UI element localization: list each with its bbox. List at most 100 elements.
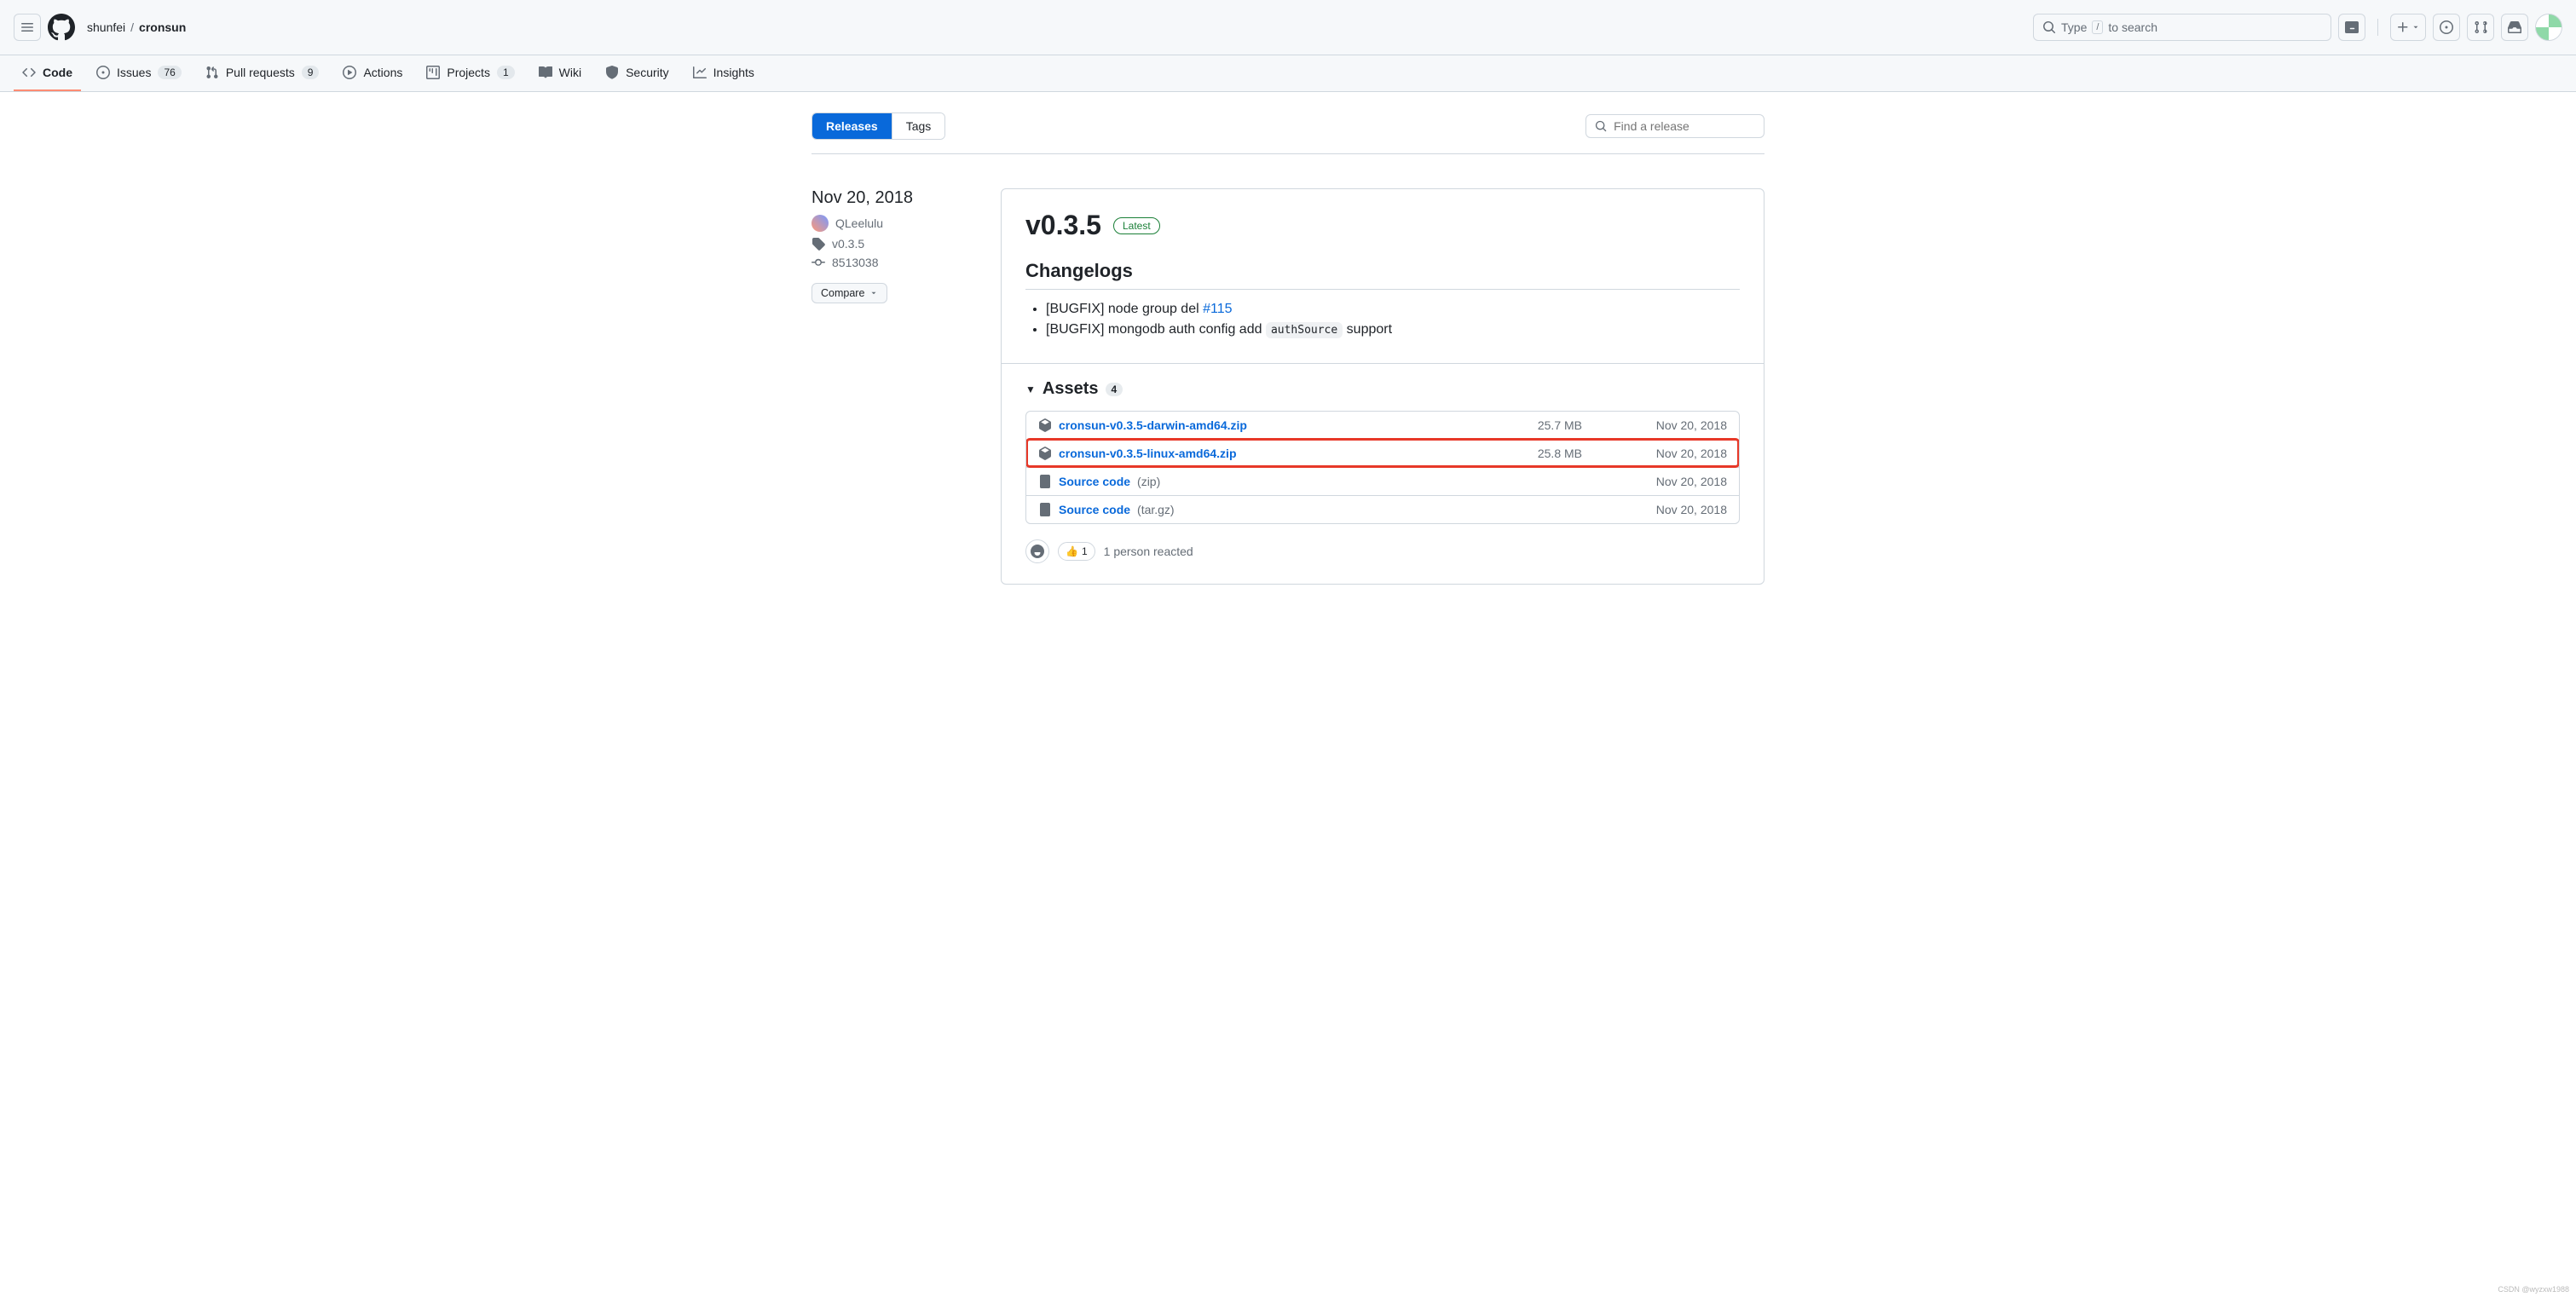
asset-size: 25.7 MB — [1488, 418, 1582, 432]
pr-icon — [2474, 20, 2487, 34]
changelog-item: [BUGFIX] node group del #115 — [1046, 302, 1740, 317]
tab-label: Projects — [447, 66, 490, 79]
tab-pulls[interactable]: Pull requests9 — [197, 55, 328, 91]
commit-icon — [811, 256, 825, 269]
tag-icon — [811, 237, 825, 251]
issue-icon — [2440, 20, 2453, 34]
watermark: CSDN @wyzxw1988 — [2498, 1285, 2569, 1294]
assets-section: ▼ Assets 4 cronsun-v0.3.5-darwin-amd64.z… — [1002, 363, 1764, 584]
project-icon — [426, 66, 440, 79]
asset-row: Source code (zip)Nov 20, 2018 — [1026, 467, 1739, 495]
commit-sha[interactable]: 8513038 — [832, 256, 879, 269]
asset-row: cronsun-v0.3.5-darwin-amd64.zip25.7 MBNo… — [1026, 412, 1739, 439]
asset-link[interactable]: Source code (tar.gz) — [1038, 503, 1488, 516]
asset-link[interactable]: cronsun-v0.3.5-darwin-amd64.zip — [1038, 418, 1488, 432]
asset-date: Nov 20, 2018 — [1582, 447, 1727, 460]
asset-name-text: Source code — [1059, 475, 1130, 488]
reaction-thumbsup[interactable]: 👍 1 — [1058, 542, 1095, 561]
owner-link[interactable]: shunfei — [87, 20, 125, 34]
asset-date: Nov 20, 2018 — [1582, 418, 1727, 432]
asset-row: cronsun-v0.3.5-linux-amd64.zip25.8 MBNov… — [1026, 439, 1739, 467]
github-icon — [48, 14, 75, 41]
search-prefix: Type — [2061, 20, 2087, 34]
tab-issues[interactable]: Issues 76 — [88, 55, 190, 91]
user-avatar[interactable] — [2535, 14, 2562, 41]
asset-row: Source code (tar.gz) Nov 20, 2018 — [1026, 495, 1739, 523]
find-release-search[interactable] — [1585, 114, 1765, 138]
release-title: v0.3.5 — [1025, 210, 1101, 241]
global-header: shunfei / cronsun Type / to search — [0, 0, 2576, 55]
play-icon — [343, 66, 356, 79]
latest-label: Latest — [1113, 217, 1160, 234]
assets-toggle[interactable]: ▼ Assets 4 — [1025, 379, 1740, 399]
projects-count: 1 — [497, 66, 515, 79]
search-suffix: to search — [2108, 20, 2157, 34]
find-release-input[interactable] — [1614, 119, 1755, 133]
inbox-button[interactable] — [2501, 14, 2528, 41]
repo-link[interactable]: cronsun — [139, 20, 186, 34]
tab-security[interactable]: Security — [597, 55, 678, 91]
author-name[interactable]: QLeelulu — [835, 216, 883, 230]
compare-button[interactable]: Compare — [811, 283, 887, 303]
changelog-item: [BUGFIX] mongodb auth config add authSou… — [1046, 322, 1740, 337]
zip-icon — [1038, 503, 1052, 516]
release-box: v0.3.5 Latest Changelogs [BUGFIX] node g… — [1001, 188, 1765, 585]
plus-icon — [2396, 20, 2410, 34]
tab-label: Issues — [117, 66, 151, 79]
menu-icon — [20, 20, 34, 34]
code-icon — [22, 66, 36, 79]
triangle-down-icon: ▼ — [1025, 383, 1036, 395]
global-search[interactable]: Type / to search — [2033, 14, 2331, 41]
add-reaction-button[interactable] — [1025, 539, 1049, 563]
tag-row[interactable]: v0.3.5 — [811, 237, 973, 251]
changelog-text: [BUGFIX] node group del — [1046, 302, 1203, 316]
author-row[interactable]: QLeelulu — [811, 215, 973, 232]
tab-actions[interactable]: Actions — [334, 55, 411, 91]
asset-link[interactable]: Source code (zip) — [1038, 475, 1488, 488]
release-tabs-row: Releases Tags — [811, 112, 1765, 154]
release-date: Nov 20, 2018 — [811, 188, 973, 208]
terminal-icon — [2345, 20, 2359, 34]
inbox-icon — [2508, 20, 2521, 34]
zip-icon — [1038, 475, 1052, 488]
asset-link[interactable]: cronsun-v0.3.5-linux-amd64.zip — [1038, 447, 1488, 460]
issues-button[interactable] — [2433, 14, 2460, 41]
breadcrumb-separator: / — [130, 20, 134, 34]
tab-label: Code — [43, 66, 72, 79]
tab-label: Wiki — [559, 66, 581, 79]
tab-projects[interactable]: Projects 1 — [418, 55, 523, 91]
asset-date: Nov 20, 2018 — [1582, 503, 1727, 516]
reactions-text: 1 person reacted — [1104, 545, 1193, 558]
pull-requests-button[interactable] — [2467, 14, 2494, 41]
changelog-text: support — [1343, 322, 1392, 337]
command-palette-button[interactable] — [2338, 14, 2365, 41]
issues-count: 76 — [158, 66, 181, 79]
asset-name-text: Source code — [1059, 503, 1130, 516]
tab-releases[interactable]: Releases — [812, 113, 892, 139]
tab-tags[interactable]: Tags — [892, 113, 945, 139]
create-new-button[interactable] — [2390, 14, 2426, 41]
smiley-icon — [1031, 545, 1044, 558]
issue-link[interactable]: #115 — [1203, 302, 1232, 316]
search-icon — [2042, 20, 2056, 34]
tab-wiki[interactable]: Wiki — [530, 55, 590, 91]
changelog-text: [BUGFIX] mongodb auth config add — [1046, 322, 1266, 337]
tab-label: Pull requests — [226, 66, 295, 79]
tab-code[interactable]: Code — [14, 55, 81, 91]
emoji: 👍 — [1066, 545, 1078, 557]
tab-label: Insights — [713, 66, 754, 79]
author-avatar — [811, 215, 829, 232]
graph-icon — [693, 66, 707, 79]
github-logo[interactable] — [48, 14, 75, 41]
tag-name[interactable]: v0.3.5 — [832, 237, 864, 251]
repo-nav: Code Issues 76 Pull requests9 Actions Pro… — [0, 55, 2576, 92]
reactions-row: 👍 1 1 person reacted — [1025, 539, 1740, 563]
compare-label: Compare — [821, 287, 864, 299]
commit-row[interactable]: 8513038 — [811, 256, 973, 269]
caret-down-icon — [869, 289, 878, 297]
package-icon — [1038, 447, 1052, 460]
hamburger-menu[interactable] — [14, 14, 41, 41]
asset-suffix: (tar.gz) — [1137, 503, 1175, 516]
reaction-count: 1 — [1082, 545, 1088, 557]
tab-insights[interactable]: Insights — [684, 55, 763, 91]
